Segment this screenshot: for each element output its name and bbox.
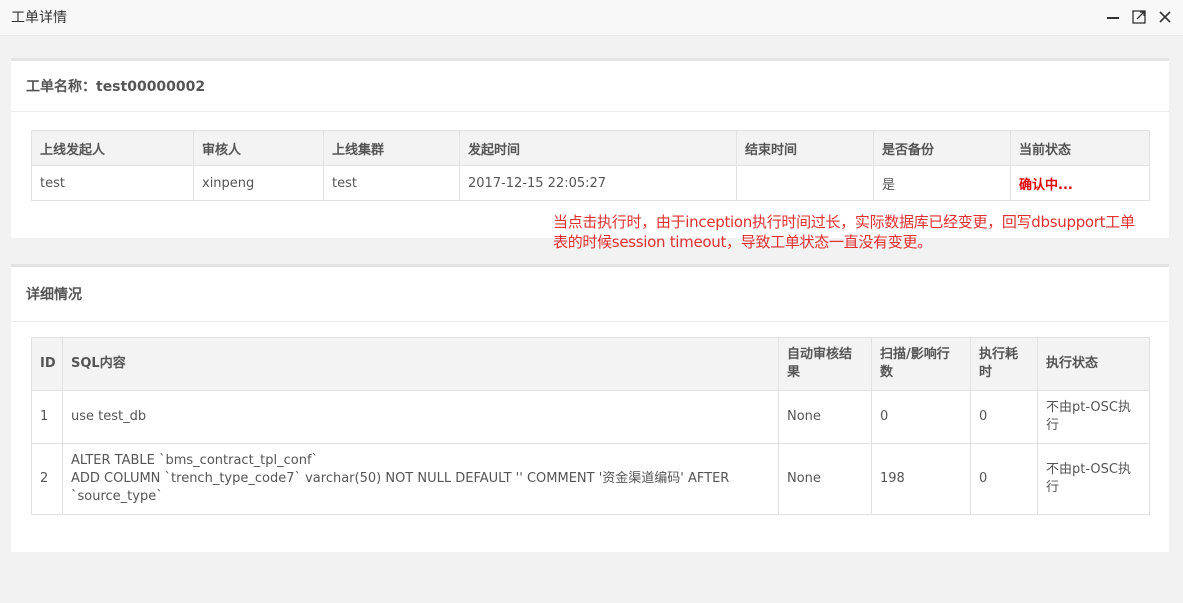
annotation-line-2: 表的时候session timeout，导致工单状态一直没有变更。: [553, 233, 932, 251]
backup-cell: 是: [873, 165, 1011, 201]
sql-line: `source_type`: [71, 489, 163, 504]
scan-affect-cell: 0: [871, 390, 971, 444]
id-cell: 1: [31, 390, 63, 444]
initiator-cell: test: [31, 165, 194, 201]
column-header-start-time: 发起时间: [459, 130, 737, 166]
column-header-scan-affect: 扫描/影响行数: [871, 337, 971, 391]
column-header-exec-status: 执行状态: [1037, 337, 1150, 391]
column-header-sql: SQL内容: [62, 337, 779, 391]
sql-cell: ALTER TABLE `bms_contract_tpl_conf` ADD …: [62, 443, 779, 515]
reviewer-cell: xinpeng: [193, 165, 324, 201]
auto-review-cell: None: [778, 390, 872, 444]
minimize-button[interactable]: [1104, 8, 1122, 26]
column-header-auto-review: 自动审核结果: [778, 337, 872, 391]
table-row: 2 ALTER TABLE `bms_contract_tpl_conf` AD…: [31, 443, 1150, 515]
column-header-end-time: 结束时间: [736, 130, 874, 166]
close-icon: [1159, 11, 1171, 23]
column-header-backup: 是否备份: [873, 130, 1011, 166]
start-time-cell: 2017-12-15 22:05:27: [459, 165, 737, 201]
column-header-cluster: 上线集群: [323, 130, 460, 166]
exec-time-cell: 0: [970, 443, 1038, 515]
maximize-icon: [1132, 10, 1146, 24]
order-summary-table: 上线发起人 审核人 上线集群 发起时间 结束时间 是否备份 当前状态 test …: [31, 130, 1150, 201]
annotation-note: 当点击执行时，由于inception执行时间过长，实际数据库已经变更，回写dbs…: [553, 212, 1178, 252]
id-cell: 2: [31, 443, 63, 515]
auto-review-cell: None: [778, 443, 872, 515]
window-title: 工单详情: [11, 10, 67, 26]
order-summary-card: 工单名称：test00000002 上线发起人 审核人 上线集群 发起时间 结束…: [11, 58, 1169, 238]
detail-card: 详细情况 ID SQL内容 自动审核结果 扫描/影响行数 执行耗时 执行状态 1…: [11, 264, 1169, 552]
scan-affect-cell: 198: [871, 443, 971, 515]
table-row: test xinpeng test 2017-12-15 22:05:27 是 …: [31, 165, 1150, 201]
sql-line: use test_db: [71, 409, 147, 424]
column-header-reviewer: 审核人: [193, 130, 324, 166]
column-header-initiator: 上线发起人: [31, 130, 194, 166]
close-button[interactable]: [1156, 8, 1174, 26]
column-header-status: 当前状态: [1010, 130, 1150, 166]
table-header-row: ID SQL内容 自动审核结果 扫描/影响行数 执行耗时 执行状态: [31, 337, 1150, 391]
table-header-row: 上线发起人 审核人 上线集群 发起时间 结束时间 是否备份 当前状态: [31, 130, 1150, 166]
exec-status-cell: 不由pt-OSC执行: [1037, 443, 1150, 515]
detail-table: ID SQL内容 自动审核结果 扫描/影响行数 执行耗时 执行状态 1 use …: [31, 337, 1150, 515]
exec-status-cell: 不由pt-OSC执行: [1037, 390, 1150, 444]
exec-time-cell: 0: [970, 390, 1038, 444]
sql-line: ADD COLUMN `trench_type_code7` varchar(5…: [71, 471, 730, 486]
table-row: 1 use test_db None 0 0 不由pt-OSC执行: [31, 390, 1150, 444]
end-time-cell: [736, 165, 874, 201]
sql-line: ALTER TABLE `bms_contract_tpl_conf`: [71, 453, 319, 468]
column-header-exec-time: 执行耗时: [970, 337, 1038, 391]
annotation-line-1: 当点击执行时，由于inception执行时间过长，实际数据库已经变更，回写dbs…: [553, 213, 1135, 231]
sql-cell: use test_db: [62, 390, 779, 444]
cluster-cell: test: [323, 165, 460, 201]
window-titlebar: 工单详情: [0, 0, 1183, 36]
order-name-heading: 工单名称：test00000002: [11, 61, 1169, 112]
minimize-icon: [1107, 17, 1119, 19]
status-cell: 确认中...: [1010, 165, 1150, 201]
detail-heading: 详细情况: [11, 267, 1169, 322]
column-header-id: ID: [31, 337, 63, 391]
maximize-button[interactable]: [1130, 8, 1148, 26]
